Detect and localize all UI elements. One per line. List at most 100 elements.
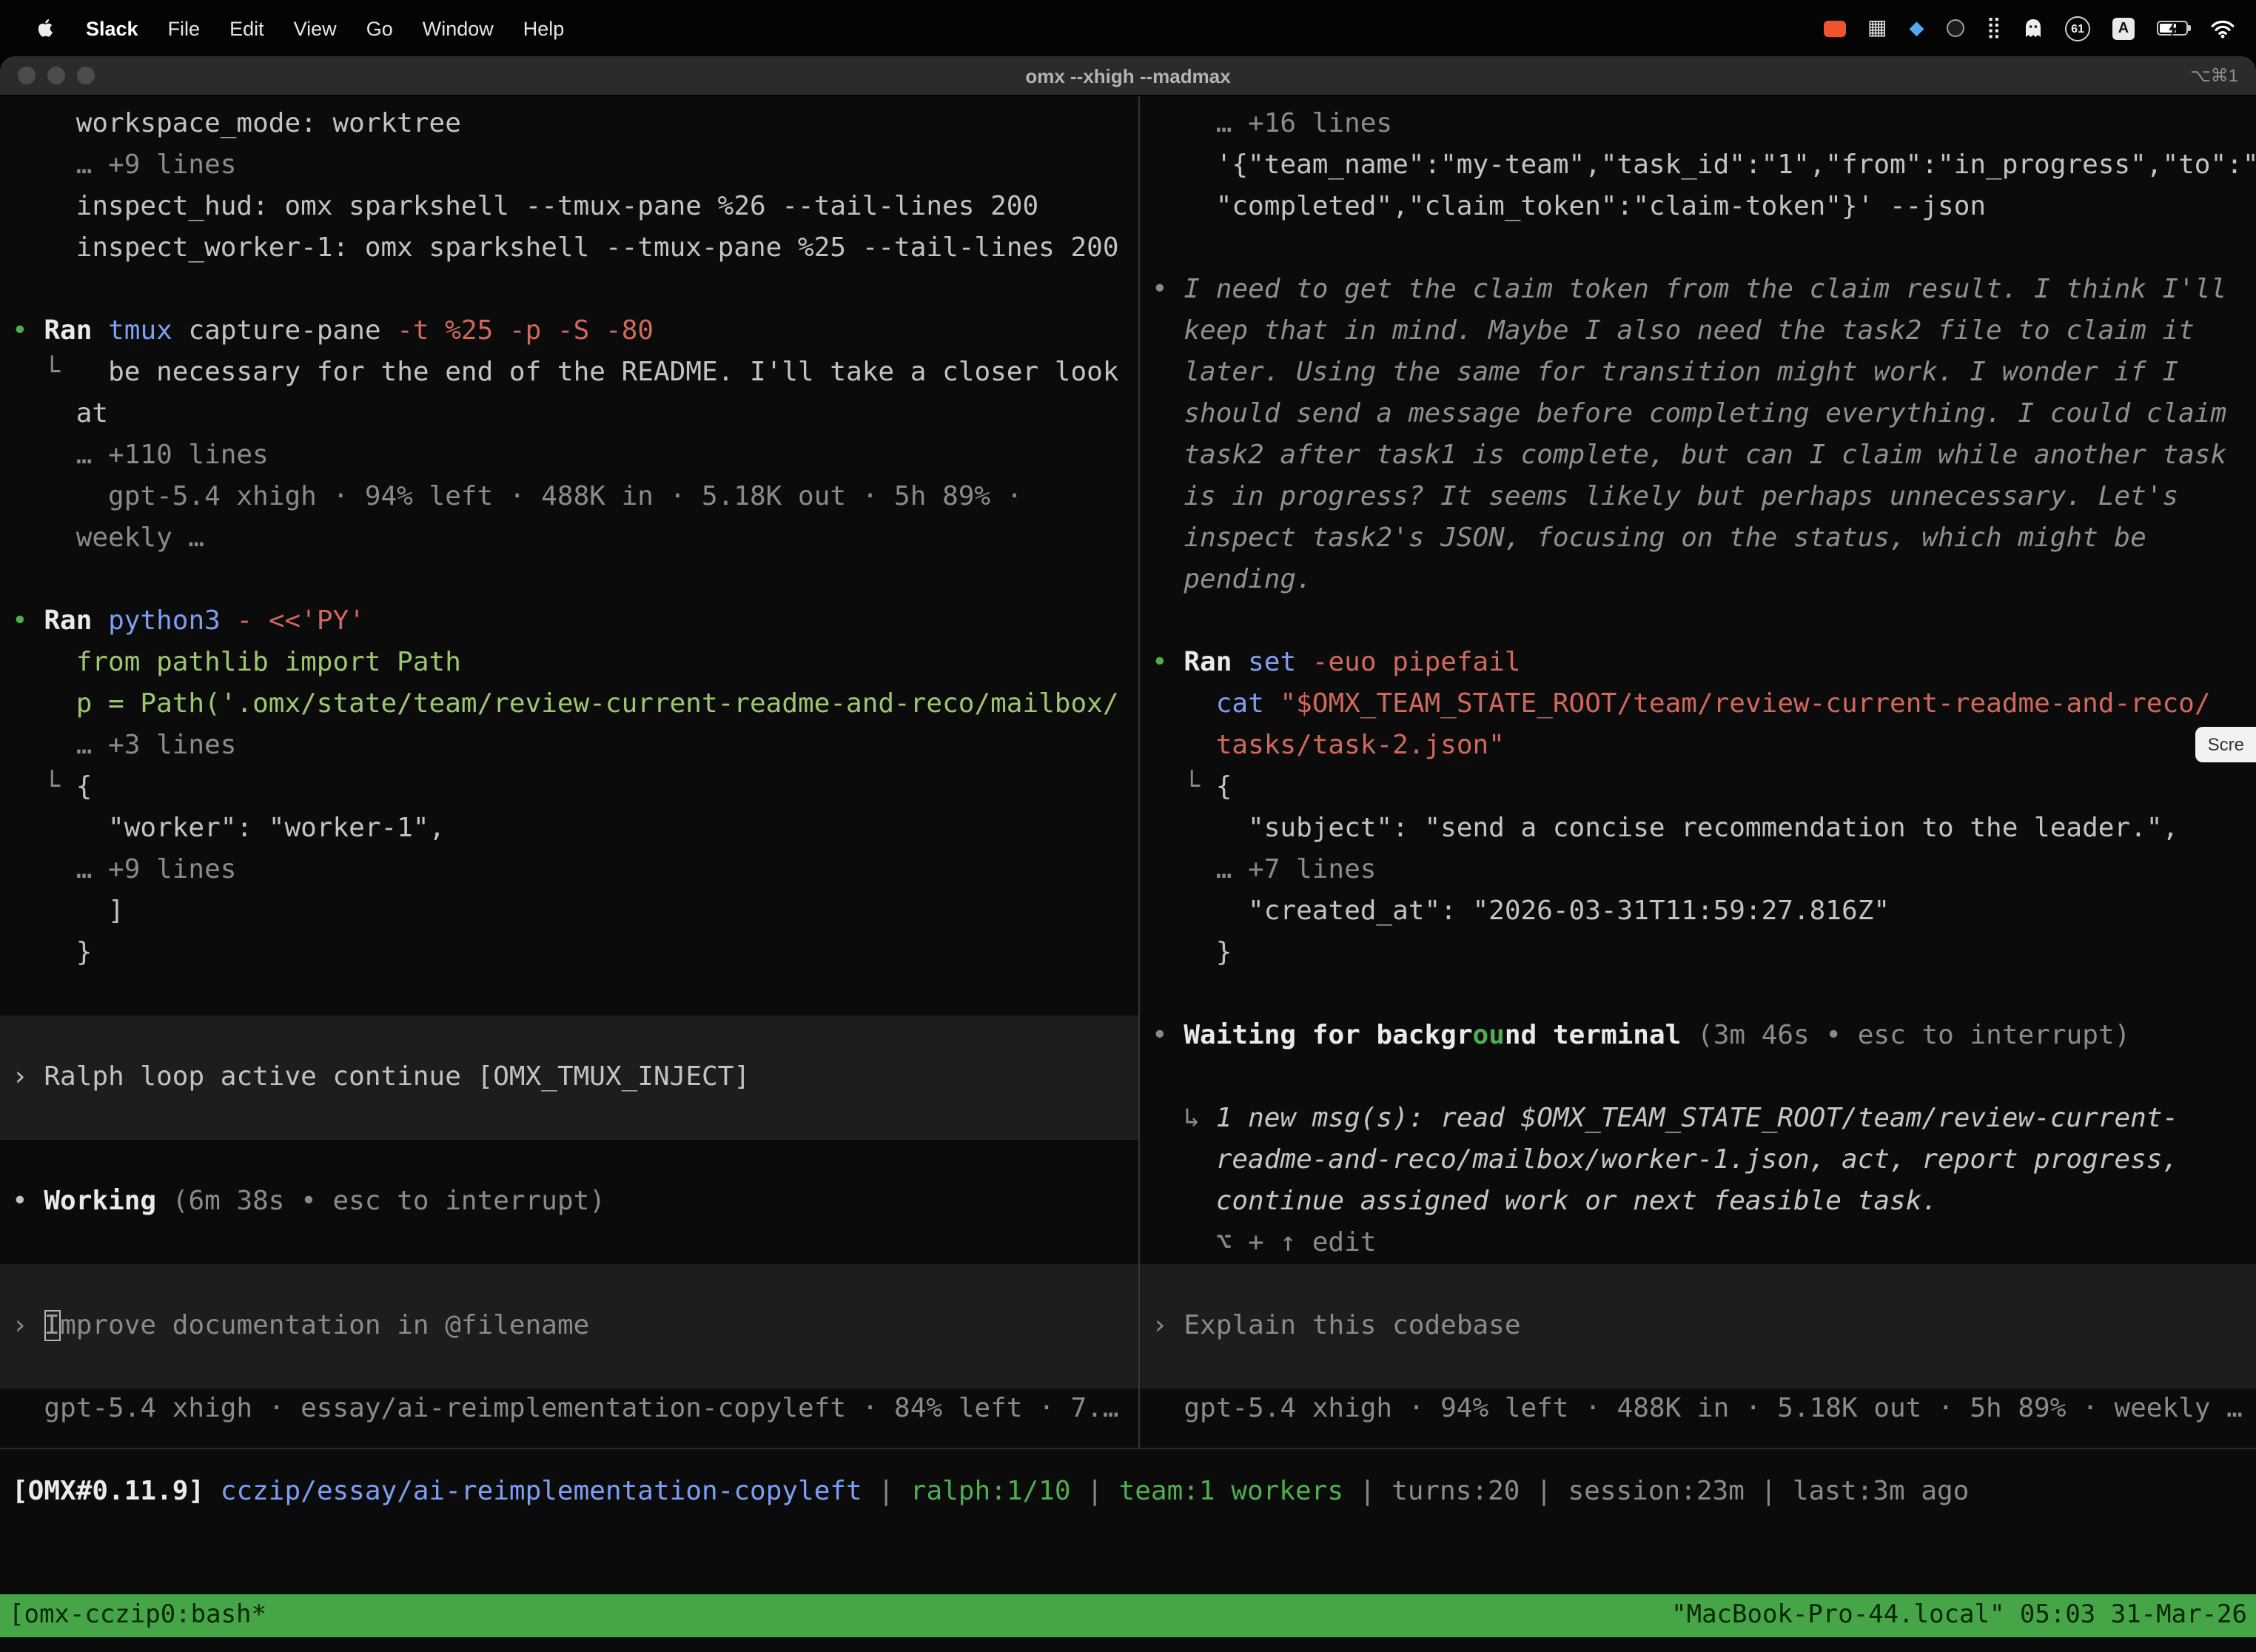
text-segment: "completed","claim_token":"claim-token"}… (1152, 191, 1986, 222)
terminal-line: weekly … (0, 518, 1138, 560)
text-segment: python3 (108, 605, 221, 637)
text-segment: • (12, 605, 44, 637)
terminal-line: "created_at": "2026-03-31T11:59:27.816Z" (1140, 891, 2256, 933)
text-segment: └ (12, 357, 76, 388)
app-menu-title[interactable]: Slack (71, 17, 153, 39)
text-segment: › (12, 1310, 44, 1341)
text-segment: Ran (44, 605, 108, 637)
terminal-line (0, 1223, 1138, 1264)
text-segment: • (1152, 647, 1184, 678)
menu-item-file[interactable]: File (153, 17, 215, 39)
terminal-line: ↳ 1 new msg(s): read $OMX_TEAM_STATE_ROO… (1140, 1098, 2256, 1140)
text-segment: - <<'PY' (221, 605, 365, 637)
menu-item-help[interactable]: Help (508, 17, 580, 39)
tmux-status-bar: [omx-cczip0:bash* "MacBook-Pro-44.local"… (0, 1594, 2256, 1637)
text-segment: cczip/essay/ai-reimplementation-copyleft (221, 1476, 862, 1507)
terminal-line: … +9 lines (0, 850, 1138, 891)
grid-icon[interactable]: ▦ (1867, 18, 1887, 38)
text-segment (1152, 730, 1216, 761)
battery-percent-badge[interactable]: 61 (2065, 16, 2090, 41)
text-segment: "created_at": "2026-03-31T11:59:27.816Z" (1152, 896, 1890, 927)
composer-input[interactable]: › Improve documentation in @filename (0, 1264, 1138, 1389)
ghost-icon[interactable] (2024, 18, 2043, 38)
menu-bar-status-icons: ▦ ◆ ⣿ 61 A (1823, 16, 2256, 41)
dark-circle-icon[interactable] (1946, 19, 1964, 37)
left-pane: workspace_mode: worktree … +9 lines insp… (0, 95, 1138, 1448)
text-segment: team:1 workers (1119, 1476, 1343, 1507)
terminal-line: • Waiting for background terminal (3m 46… (1140, 1015, 2256, 1057)
composer-input[interactable]: › Explain this codebase (1140, 1264, 2256, 1389)
terminal-line: • Working (6m 38s • esc to interrupt) (0, 1181, 1138, 1223)
terminal-line: └ be necessary for the end of the README… (0, 352, 1138, 394)
text-segment: { (1216, 771, 1232, 802)
text-segment: at (12, 398, 108, 429)
wifi-icon[interactable] (2210, 19, 2235, 38)
screen: Slack FileEditViewGoWindowHelp ▦ ◆ ⣿ 61 … (0, 0, 2256, 1652)
text-segment (1152, 688, 1216, 719)
text-segment: | (862, 1476, 910, 1507)
text-segment: -euo pipefail (1296, 647, 1520, 678)
menu-items: FileEditViewGoWindowHelp (153, 17, 580, 39)
terminal-line: pending. (1140, 560, 2256, 601)
terminal-content: workspace_mode: worktree … +9 lines insp… (0, 95, 2256, 1652)
window-title-bar[interactable]: omx --xhigh --madmax ⌥⌘1 (0, 56, 2256, 96)
screen-recording-icon[interactable] (1823, 20, 1845, 36)
input-text: › Ralph loop active continue [OMX_TMUX_I… (0, 1057, 1138, 1098)
menu-bar: Slack FileEditViewGoWindowHelp ▦ ◆ ⣿ 61 … (0, 0, 2256, 56)
injected-message: › Ralph loop active continue [OMX_TMUX_I… (0, 1015, 1138, 1140)
text-segment: | (1343, 1476, 1391, 1507)
text-segment: gpt-5.4 xhigh · essay/ai-reimplementatio… (12, 1393, 1119, 1424)
text-segment: ou (1473, 1020, 1505, 1051)
text-segment: mprove documentation in @filename (60, 1310, 589, 1341)
traffic-light-close[interactable] (18, 67, 36, 84)
text-segment: • (12, 315, 44, 346)
traffic-light-zoom[interactable] (77, 67, 95, 84)
menu-item-edit[interactable]: Edit (215, 17, 279, 39)
terminal-line (1140, 601, 2256, 642)
text-segment: be necessary for the end of the README. … (76, 357, 1119, 388)
terminal-line: } (0, 933, 1138, 974)
screen-tooltip: Scre (2196, 727, 2256, 762)
menu-item-view[interactable]: View (279, 17, 352, 39)
terminal-line: "worker": "worker-1", (0, 808, 1138, 850)
text-segment: Ralph loop active continue [OMX_TMUX_INJ… (44, 1061, 750, 1092)
text-segment: 1 new msg(s): read $OMX_TEAM_STATE_ROOT/… (1216, 1103, 2178, 1134)
menu-item-window[interactable]: Window (408, 17, 508, 39)
text-segment: • (12, 1186, 44, 1217)
terminal-line: at (0, 394, 1138, 435)
text-segment: | (1745, 1476, 1793, 1507)
traffic-lights (0, 67, 95, 84)
text-segment: Ran (1184, 647, 1248, 678)
input-source-icon[interactable]: A (2112, 17, 2135, 39)
terminal-line: "completed","claim_token":"claim-token"}… (1140, 187, 2256, 228)
text-segment: cat (1216, 688, 1264, 719)
omx-status-line: [OMX#0.11.9] cczip/essay/ai-reimplementa… (0, 1471, 2256, 1513)
text-segment: … +9 lines (12, 854, 236, 885)
traffic-light-minimize[interactable] (47, 67, 65, 84)
menu-item-go[interactable]: Go (352, 17, 408, 39)
spark-icon[interactable]: ◆ (1909, 19, 1924, 38)
terminal-line: readme-and-reco/mailbox/worker-1.json, a… (1140, 1140, 2256, 1181)
terminal-line: "subject": "send a concise recommendatio… (1140, 808, 2256, 850)
apple-menu-icon[interactable] (21, 16, 71, 40)
text-segment: … +9 lines (12, 150, 236, 181)
input-text: › Explain this codebase (1140, 1306, 2256, 1347)
terminal-line: ] (0, 891, 1138, 933)
text-segment: should send a message before completing … (1152, 398, 2226, 429)
text-segment: (6m 38s • esc to interrupt) (156, 1186, 605, 1217)
text-segment: from pathlib import Path (12, 647, 461, 678)
window-shortcut-badge: ⌥⌘1 (2190, 65, 2238, 86)
terminal-line: … +7 lines (1140, 850, 2256, 891)
text-segment: Ran (44, 315, 108, 346)
text-segment: tasks/task-2.json" (1216, 730, 1505, 761)
text-segment: p = Path('.omx/state/team/review-current… (12, 688, 1119, 719)
terminal-line: • I need to get the claim token from the… (1140, 269, 2256, 311)
tmux-session-label: [omx-cczip0:bash* (9, 1594, 266, 1637)
text-segment: inspect_worker-1: omx sparkshell --tmux-… (12, 232, 1119, 263)
terminal-line: └ { (1140, 767, 2256, 808)
text-segment: readme-and-reco/mailbox/worker-1.json, a… (1152, 1144, 2178, 1175)
battery-icon[interactable] (2157, 21, 2188, 36)
dots-grid-icon[interactable]: ⣿ (1986, 18, 2001, 38)
terminal-line: workspace_mode: worktree (0, 104, 1138, 145)
terminal-line (0, 560, 1138, 601)
